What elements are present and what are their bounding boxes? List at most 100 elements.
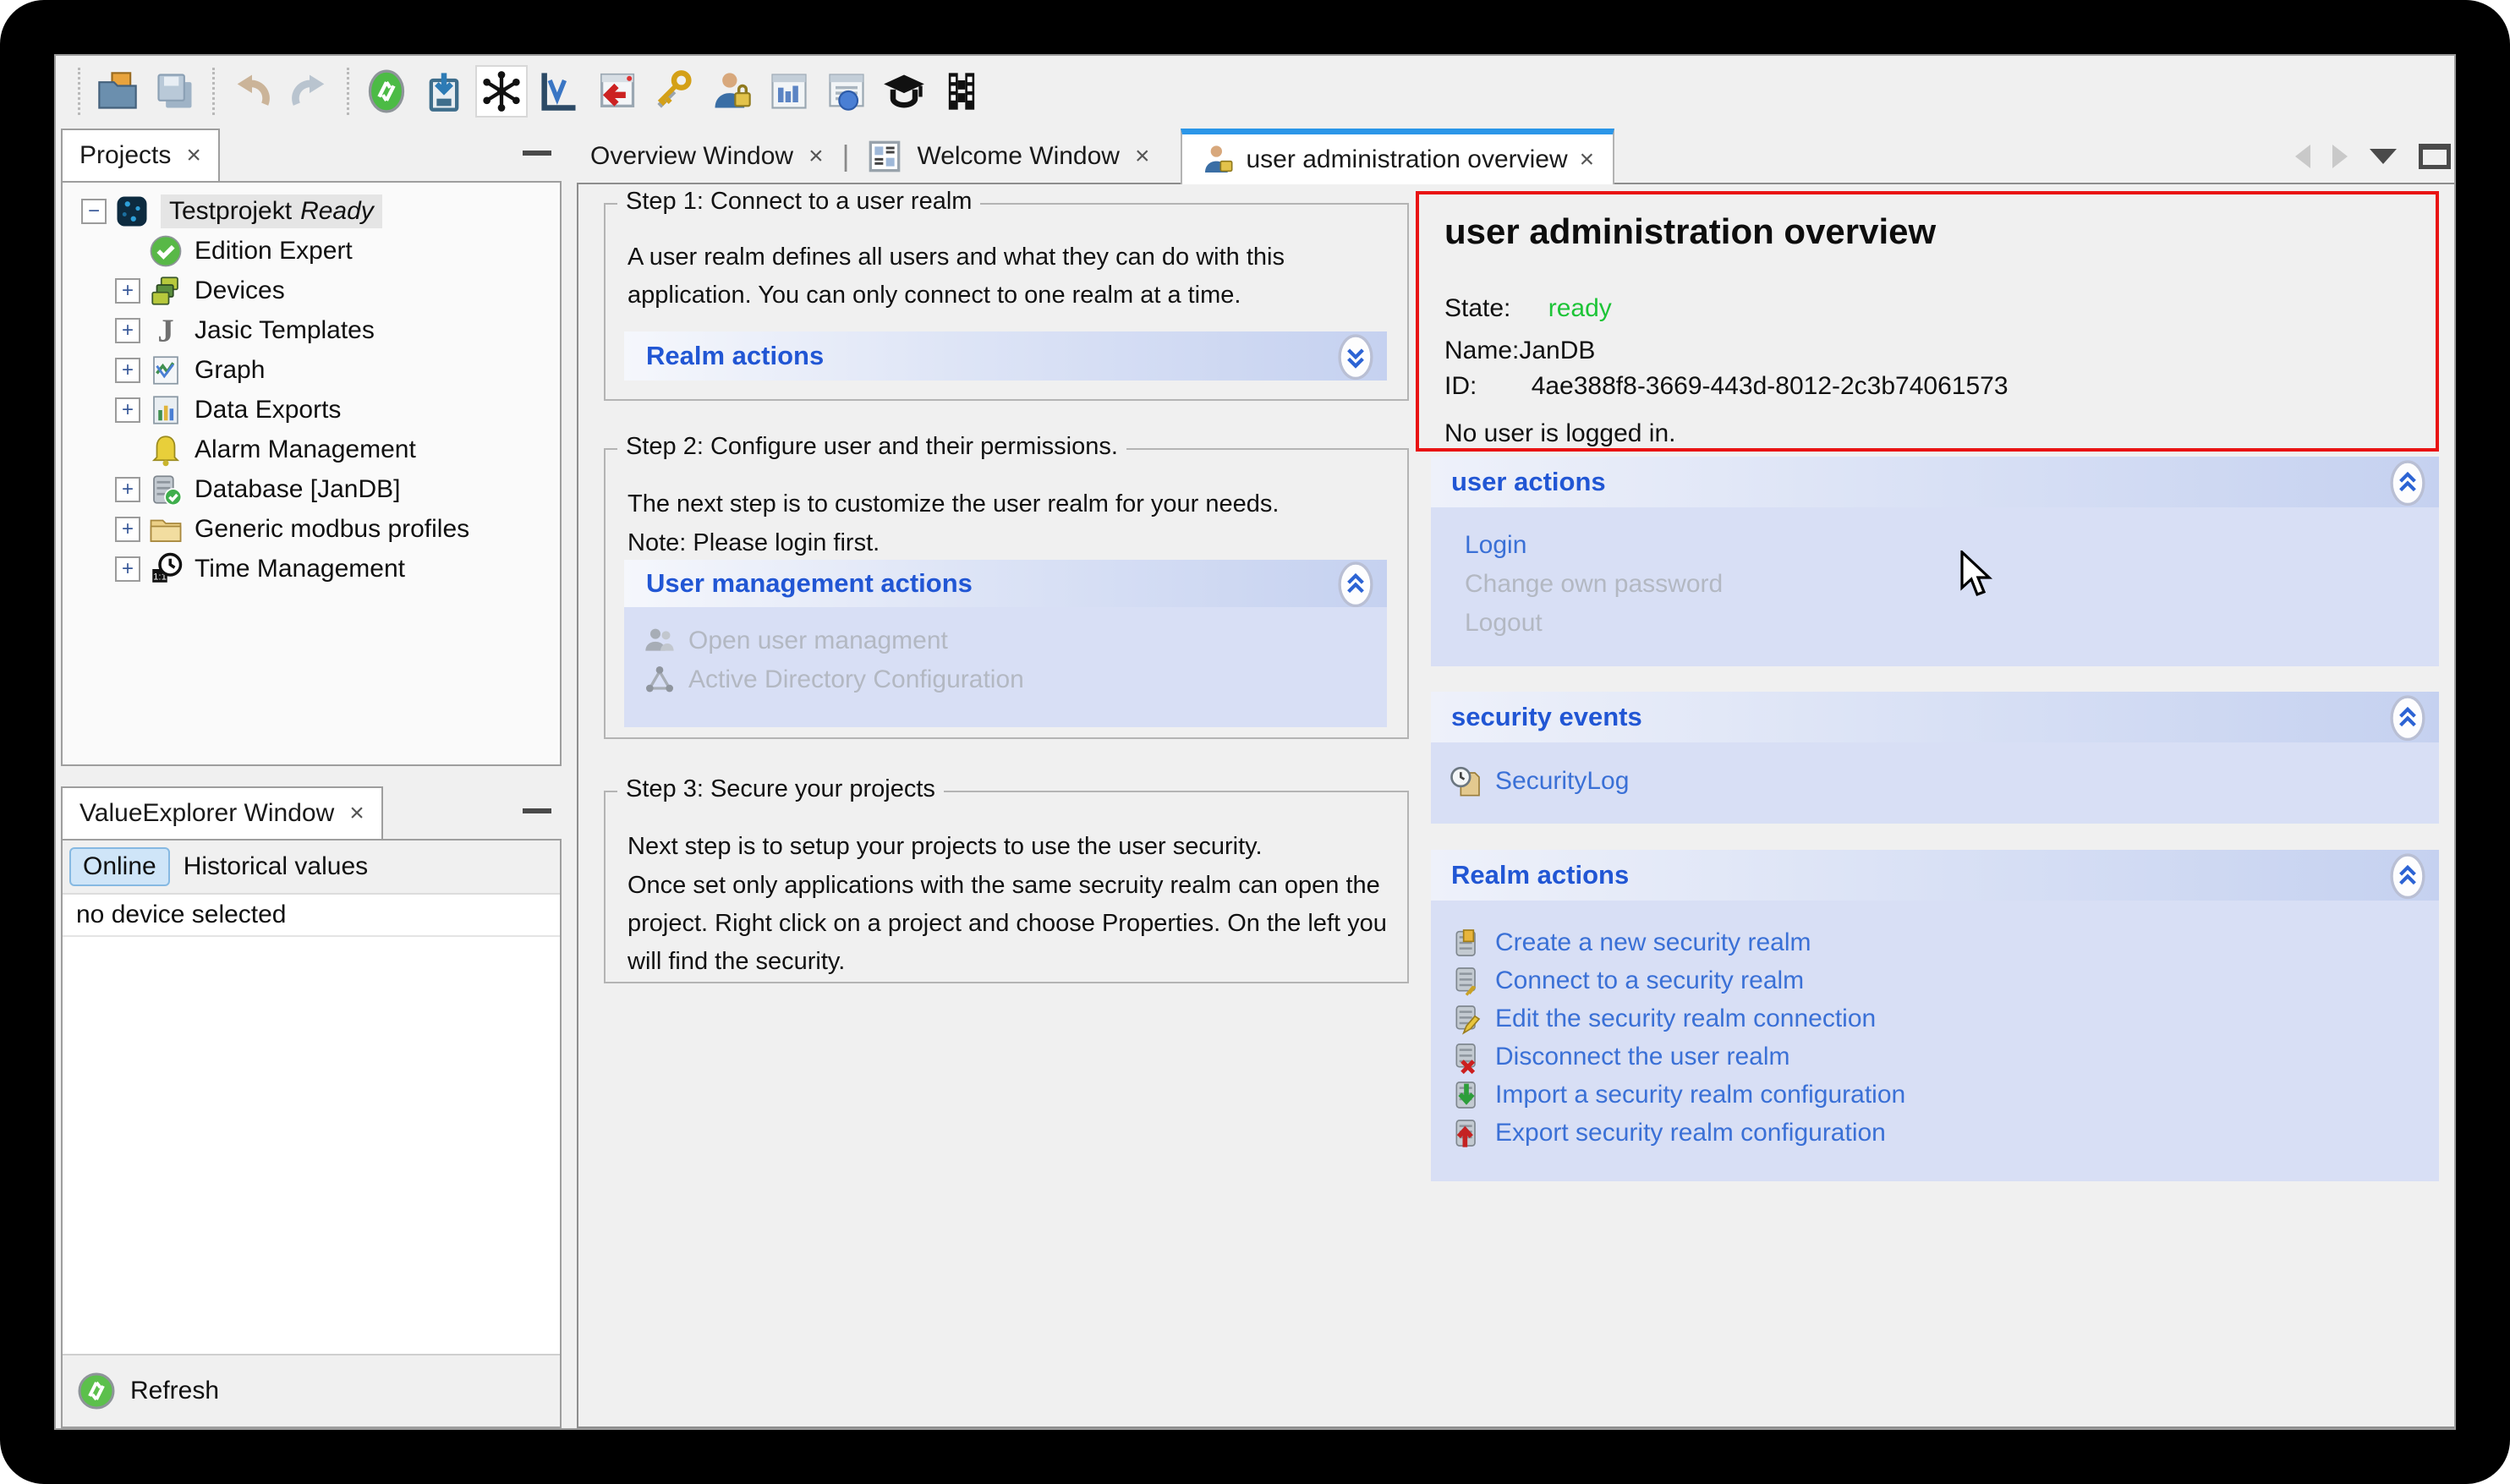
export-realm-config-item[interactable]: Export security realm configuration — [1450, 1116, 1886, 1150]
id-row: ID: 4ae388f8-3669-443d-8012-2c3b74061573 — [1444, 372, 2009, 401]
logout-item[interactable]: Logout — [1465, 609, 1543, 638]
login-item[interactable]: Login — [1465, 531, 1526, 560]
value-explorer-empty-area — [63, 937, 560, 1354]
tree-item-generic-modbus-profiles[interactable]: + Generic modbus profiles — [63, 509, 560, 549]
edit-security-realm-item[interactable]: Edit the security realm connection — [1450, 1002, 1876, 1036]
security-events-header[interactable]: security events — [1431, 692, 2439, 742]
chevron-up-icon[interactable] — [2390, 695, 2425, 739]
collapse-expander-icon[interactable]: − — [81, 199, 107, 224]
close-icon[interactable]: × — [1135, 142, 1150, 171]
expand-expander-icon[interactable]: + — [115, 397, 140, 423]
tree-item-label: Time Management — [195, 555, 405, 583]
close-window-back-icon[interactable] — [592, 67, 641, 116]
tab-overview-window[interactable]: Overview Window × — [577, 142, 837, 171]
chevron-down-icon[interactable] — [1338, 334, 1373, 378]
login-status: No user is logged in. — [1444, 419, 1676, 448]
database-disconnect-icon — [1450, 1040, 1483, 1074]
tree-item-label: Alarm Management — [195, 435, 416, 464]
undo-icon[interactable] — [227, 67, 277, 116]
id-label: ID: — [1444, 372, 1477, 400]
network-hub-icon[interactable] — [477, 67, 526, 116]
close-icon[interactable]: × — [186, 141, 201, 170]
user-actions-header[interactable]: user actions — [1431, 457, 2439, 507]
expand-expander-icon[interactable]: + — [115, 556, 140, 582]
expand-expander-icon[interactable]: + — [115, 278, 140, 304]
save-icon[interactable] — [151, 67, 200, 116]
import-to-device-icon[interactable] — [419, 67, 469, 116]
change-own-password-item[interactable]: Change own password — [1465, 570, 1723, 599]
tree-item-edition-expert[interactable]: Edition Expert — [63, 231, 560, 271]
value-explorer-tabs: Online Historical values — [63, 841, 560, 895]
step2-groupbox: Step 2: Configure user and their permiss… — [604, 448, 1409, 739]
tree-item-data-exports[interactable]: + Data Exports — [63, 390, 560, 430]
chevron-up-icon[interactable] — [1338, 561, 1373, 605]
open-user-management-item[interactable]: Open user managment — [643, 624, 948, 658]
close-icon[interactable]: × — [808, 142, 824, 171]
refresh-label[interactable]: Refresh — [130, 1377, 219, 1405]
tab-user-administration-overview[interactable]: user administration overview × — [1181, 129, 1615, 184]
scroll-left-icon[interactable] — [2295, 145, 2310, 168]
realm-actions-header[interactable]: Realm actions — [1431, 850, 2439, 901]
directory-nodes-icon — [643, 663, 677, 697]
open-project-icon[interactable] — [93, 67, 142, 116]
scroll-right-icon[interactable] — [2332, 145, 2348, 168]
minimize-icon[interactable] — [523, 808, 551, 813]
tree-item-time-management[interactable]: + 1:1 Time Management — [63, 549, 560, 589]
report-window-icon[interactable] — [765, 67, 814, 116]
tree-item-database[interactable]: + Database [JanDB] — [63, 469, 560, 509]
tab-list-menu-icon[interactable] — [2370, 149, 2397, 164]
tab-historical-values[interactable]: Historical values — [184, 852, 368, 881]
projects-panel-tab[interactable]: Projects × — [61, 129, 220, 181]
tree-item-testprojekt[interactable]: − TestprojektReady — [63, 191, 560, 231]
user-management-actions-bar[interactable]: User management actions — [624, 560, 1387, 607]
database-import-icon — [1450, 1078, 1483, 1112]
tree-item-jasic-templates[interactable]: + J Jasic Templates — [63, 310, 560, 350]
tab-welcome-window[interactable]: Welcome Window × — [854, 140, 1163, 173]
value-explorer-title: ValueExplorer Window — [79, 799, 334, 828]
close-icon[interactable]: × — [349, 799, 364, 828]
refresh-bar: Refresh — [63, 1354, 560, 1427]
tab-separator: | — [842, 140, 850, 173]
toolbar-separator — [347, 68, 349, 115]
chevron-up-icon[interactable] — [2390, 460, 2425, 504]
minimize-icon[interactable] — [523, 151, 551, 156]
tree-item-devices[interactable]: + Devices — [63, 271, 560, 310]
user-actions-body: Login Change own password Logout — [1431, 507, 2439, 666]
media-icon[interactable] — [937, 67, 986, 116]
tree-item-graph[interactable]: + Graph — [63, 350, 560, 390]
import-realm-config-item[interactable]: Import a security realm configuration — [1450, 1078, 1905, 1112]
planning-window-icon[interactable] — [822, 67, 871, 116]
expand-expander-icon[interactable]: + — [115, 517, 140, 542]
maximize-icon[interactable] — [2419, 144, 2451, 169]
graph-view-icon[interactable] — [534, 67, 584, 116]
expand-expander-icon[interactable]: + — [115, 358, 140, 383]
chevron-up-icon[interactable] — [2390, 853, 2425, 897]
value-explorer-tab[interactable]: ValueExplorer Window × — [61, 786, 383, 839]
tab-online[interactable]: Online — [69, 847, 170, 886]
refresh-icon[interactable] — [76, 1371, 117, 1411]
redo-icon[interactable] — [285, 67, 334, 116]
expand-expander-icon[interactable]: + — [115, 318, 140, 343]
expand-expander-icon[interactable]: + — [115, 477, 140, 502]
create-security-realm-item[interactable]: Create a new security realm — [1450, 926, 1811, 960]
state-label: State: — [1444, 294, 1510, 322]
realm-actions-bar[interactable]: Realm actions — [624, 331, 1387, 381]
name-row: Name:JanDB — [1444, 337, 1595, 365]
user-administration-icon[interactable] — [707, 67, 756, 116]
tree-item-alarm-management[interactable]: Alarm Management — [63, 430, 560, 469]
mouse-cursor — [1960, 550, 1999, 600]
step2-line2: Note: Please login first. — [628, 524, 1389, 562]
disconnect-user-realm-item[interactable]: Disconnect the user realm — [1450, 1040, 1790, 1074]
connect-security-realm-item[interactable]: Connect to a security realm — [1450, 964, 1804, 998]
security-keys-icon[interactable] — [649, 67, 699, 116]
item-label: Import a security realm configuration — [1495, 1081, 1905, 1109]
name-value: JanDB — [1519, 337, 1595, 364]
time-management-icon: 1:1 — [147, 550, 184, 588]
security-log-item[interactable]: SecurityLog — [1450, 764, 1629, 798]
active-directory-config-item[interactable]: Active Directory Configuration — [643, 663, 1024, 697]
synchronize-icon[interactable] — [362, 67, 411, 116]
data-exports-icon — [147, 392, 184, 429]
education-icon[interactable] — [880, 67, 929, 116]
tab-scroll-controls — [2295, 144, 2451, 169]
close-icon[interactable]: × — [1580, 145, 1595, 174]
